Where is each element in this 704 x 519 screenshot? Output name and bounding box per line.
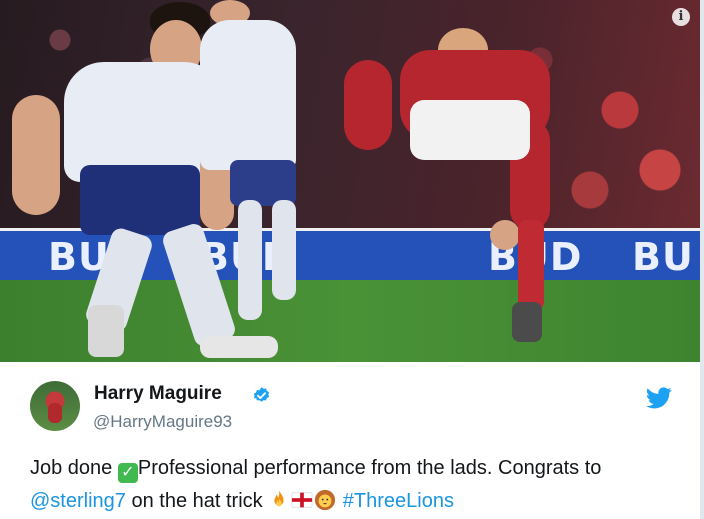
avatar[interactable] (30, 381, 80, 431)
tweet-text-part: Professional performance from the lads. … (137, 457, 602, 479)
check-mark-emoji: ✓ (117, 463, 138, 483)
tweet-text: Job done ✓ Professional performance from … (30, 452, 680, 518)
fire-emoji (274, 489, 284, 507)
author-handle[interactable]: @HarryMaguire93 (93, 412, 232, 432)
hashtag-link[interactable]: #ThreeLions (343, 490, 454, 512)
england-flag-emoji (291, 492, 313, 508)
lion-emoji (315, 489, 336, 511)
tweet-embed: BUD BUD BUD BU (0, 0, 704, 519)
tweet-photo[interactable]: BUD BUD BUD BU (0, 0, 700, 362)
verified-badge-icon (253, 387, 270, 402)
tweet-text-part: on the hat trick (125, 490, 269, 512)
tweet-text-part: Job done (30, 457, 118, 479)
twitter-bird-icon[interactable] (646, 387, 672, 409)
player-england-teammate (180, 0, 320, 340)
player-opponent (340, 20, 570, 350)
board-text: BU (632, 235, 694, 279)
author-name[interactable]: Harry Maguire (94, 383, 222, 405)
info-icon[interactable]: i (672, 8, 690, 26)
mention-link[interactable]: @sterling7 (30, 490, 126, 512)
